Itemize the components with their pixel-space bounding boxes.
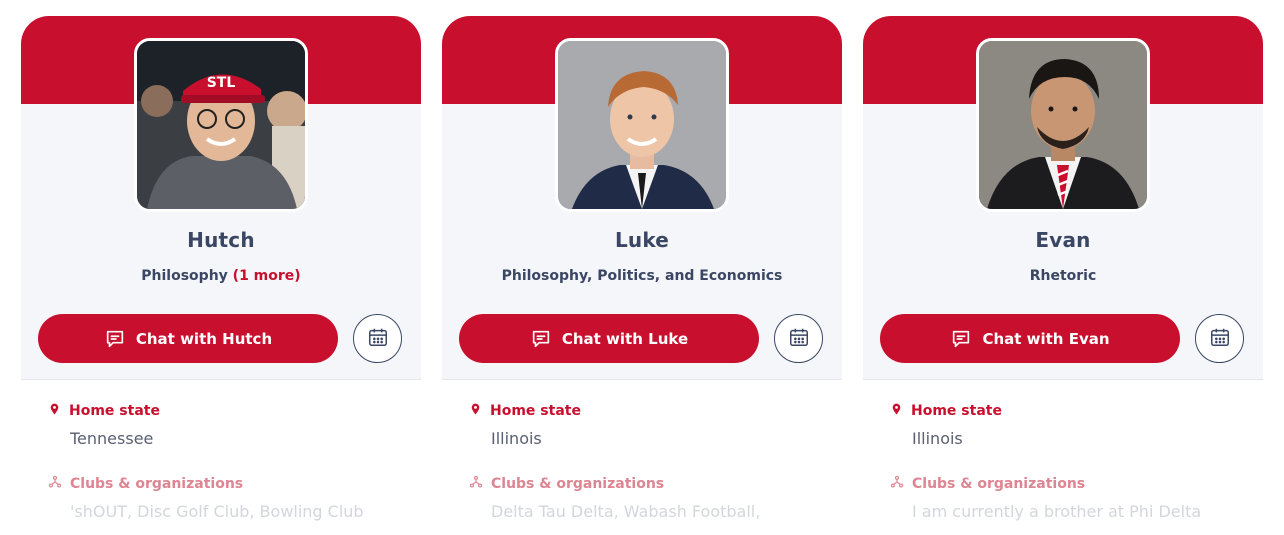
calendar-icon xyxy=(367,326,389,352)
location-pin-icon xyxy=(890,402,903,420)
major-text: Rhetoric xyxy=(1029,268,1097,284)
chat-button-label: Chat with Hutch xyxy=(135,329,273,348)
student-name: Hutch xyxy=(187,228,255,252)
card-header: Luke Philosophy, Politics, and Economics… xyxy=(442,16,842,380)
calendar-icon xyxy=(788,326,810,352)
schedule-button[interactable] xyxy=(774,314,823,363)
home-state-row: Home state Illinois xyxy=(890,402,1250,448)
clubs-row: Clubs & organizations Delta Tau Delta, W… xyxy=(469,475,829,521)
avatar xyxy=(555,38,729,212)
schedule-button[interactable] xyxy=(1195,314,1244,363)
more-majors-link[interactable]: (1 more) xyxy=(233,268,301,284)
chat-button[interactable]: Chat with Evan xyxy=(880,314,1180,363)
student-name: Luke xyxy=(614,228,670,252)
chat-button[interactable]: Chat with Luke xyxy=(459,314,759,363)
student-info: Home state Tennessee Clubs & organizatio… xyxy=(48,402,408,521)
svg-text:STL: STL xyxy=(207,75,236,91)
chat-button[interactable]: Chat with Hutch xyxy=(38,314,338,363)
home-state-row: Home state Illinois xyxy=(469,402,829,448)
profile-photo-icon: STL xyxy=(137,41,305,209)
student-major: Rhetoric xyxy=(863,268,1263,284)
clubs-value: 'shOUT, Disc Golf Club, Bowling Club xyxy=(70,502,364,521)
home-state-value: Tennessee xyxy=(70,429,154,448)
schedule-button[interactable] xyxy=(353,314,402,363)
home-state-label: Home state xyxy=(490,403,581,419)
location-pin-icon xyxy=(48,402,61,420)
chat-button-label: Chat with Luke xyxy=(561,329,689,348)
student-info: Home state Illinois Clubs & organization… xyxy=(469,402,829,521)
card-header: STL Hutch Philosophy (1 more) Chat with … xyxy=(21,16,421,380)
clubs-value: Delta Tau Delta, Wabash Football, xyxy=(491,502,761,521)
chat-bubble-icon xyxy=(950,328,972,350)
card-header: Evan Rhetoric Chat with Evan xyxy=(863,16,1263,380)
clubs-row: Clubs & organizations I am currently a b… xyxy=(890,475,1250,521)
clubs-value: I am currently a brother at Phi Delta xyxy=(912,502,1202,521)
chat-button-label: Chat with Evan xyxy=(982,329,1110,348)
calendar-icon xyxy=(1209,326,1231,352)
avatar: STL xyxy=(134,38,308,212)
org-network-icon xyxy=(469,475,483,493)
org-network-icon xyxy=(890,475,904,493)
chat-bubble-icon xyxy=(530,328,552,350)
clubs-label: Clubs & organizations xyxy=(912,476,1086,492)
major-text: Philosophy, Politics, and Economics xyxy=(501,268,783,284)
clubs-row: Clubs & organizations 'shOUT, Disc Golf … xyxy=(48,475,408,521)
chat-bubble-icon xyxy=(104,328,126,350)
home-state-value: Illinois xyxy=(912,429,963,448)
avatar xyxy=(976,38,1150,212)
major-text: Philosophy xyxy=(141,268,228,284)
home-state-label: Home state xyxy=(911,403,1002,419)
student-name: Evan xyxy=(1035,228,1091,252)
student-major: Philosophy (1 more) xyxy=(21,268,421,284)
student-card-evan: Evan Rhetoric Chat with Evan Home state … xyxy=(863,16,1263,535)
clubs-label: Clubs & organizations xyxy=(491,476,665,492)
profile-photo-icon xyxy=(558,41,726,209)
home-state-row: Home state Tennessee xyxy=(48,402,408,448)
student-card-luke: Luke Philosophy, Politics, and Economics… xyxy=(442,16,842,535)
student-major: Philosophy, Politics, and Economics xyxy=(442,268,842,284)
org-network-icon xyxy=(48,475,62,493)
location-pin-icon xyxy=(469,402,482,420)
home-state-value: Illinois xyxy=(491,429,542,448)
profile-photo-icon xyxy=(979,41,1147,209)
home-state-label: Home state xyxy=(69,403,160,419)
student-card-hutch: STL Hutch Philosophy (1 more) Chat with … xyxy=(21,16,421,535)
student-info: Home state Illinois Clubs & organization… xyxy=(890,402,1250,521)
clubs-label: Clubs & organizations xyxy=(70,476,244,492)
